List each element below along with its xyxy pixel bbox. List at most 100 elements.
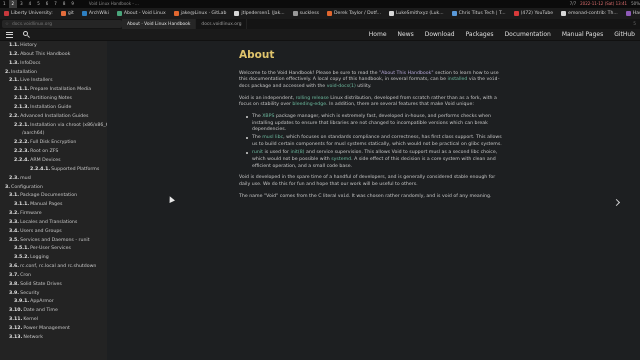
sidebar-item[interactable]: 3.8.Solid State Drives	[0, 281, 107, 290]
workspace-switcher[interactable]: 123456789	[0, 0, 77, 8]
workspace-4[interactable]: 4	[26, 0, 35, 8]
text: The name "Void" comes from the C literal	[239, 193, 338, 199]
nav-link-manual-pages[interactable]: Manual Pages	[562, 29, 603, 41]
nav-link-packages[interactable]: Packages	[466, 29, 494, 41]
workspace-2[interactable]: 2	[8, 0, 18, 8]
sidebar-item[interactable]: 3.4.Users and Groups	[0, 228, 107, 237]
nav-link-home[interactable]: Home	[369, 29, 387, 41]
sidebar-item[interactable]: 3.7.Cron	[0, 272, 107, 281]
bookmark-star-icon[interactable]: ☆	[5, 22, 9, 27]
next-page-arrow-icon[interactable]	[612, 198, 622, 207]
sidebar-item[interactable]: 2.2.3.Root on ZFS	[0, 148, 107, 157]
sidebar-item[interactable]: 2.1.Live Installers	[0, 77, 107, 86]
browser-tab[interactable]: docs.voidlinux.org	[196, 19, 248, 29]
url-bar[interactable]: ☆ docs.voidlinux.org	[2, 20, 122, 28]
favicon-icon	[60, 11, 66, 16]
sidebar-item[interactable]: 3.11.Kernel	[0, 316, 107, 325]
sidebar-item[interactable]: 2.2.4.ARM Devices	[0, 157, 107, 166]
bookmark-item[interactable]: Derek Taylor / Dotf...	[323, 8, 385, 19]
sidebar-item-label: Kernel	[23, 317, 39, 323]
workspace-5[interactable]: 5	[34, 0, 43, 8]
bookmark-item[interactable]: ArchWiki	[78, 8, 113, 19]
bookmark-item[interactable]: Liberty University:	[0, 8, 57, 19]
bookmark-item[interactable]: emonad-contrib: Th...	[557, 8, 622, 19]
sidebar-item[interactable]: 1.2.About This Handbook	[0, 51, 107, 60]
musl-libc-link[interactable]: musl libc	[262, 135, 283, 140]
bookmark-item[interactable]: Chris Titus Tech | T...	[448, 8, 510, 19]
sidebar-item[interactable]: 3.10.Date and Time	[0, 307, 107, 316]
installed-link[interactable]: installed	[448, 77, 468, 82]
bookmark-item[interactable]: git	[57, 8, 78, 19]
init-link[interactable]: init(8)	[290, 150, 304, 155]
search-icon[interactable]	[23, 31, 30, 38]
workspace-9[interactable]: 9	[68, 0, 77, 8]
bookmark-label: suckless	[299, 11, 320, 16]
rolling-release-link[interactable]: rolling release	[296, 96, 329, 101]
sidebar-item[interactable]: 3.1.1.Manual Pages	[0, 201, 107, 210]
sidebar-item-label: Live Installers	[20, 78, 53, 84]
sidebar-toc: 1.1.History 1.2.About This Handbook 1.3.In…	[0, 41, 107, 360]
sidebar-item-number: 3.9.	[9, 290, 20, 296]
workspace-3[interactable]: 3	[17, 0, 26, 8]
bookmark-item[interactable]: jtlpedersen1 (Jak...	[230, 8, 288, 19]
sidebar-item[interactable]: 3.13.Network	[0, 334, 107, 343]
sidebar-item[interactable]: 3.5.2.Logging	[0, 254, 107, 263]
sidebar-item-number: 3.2.	[9, 211, 20, 217]
sidebar-item[interactable]: 1.1.History	[0, 42, 107, 51]
bookmark-item[interactable]: jake@Linux · GitLab	[170, 8, 231, 19]
sidebar-item-label: Package Documentation	[20, 193, 78, 199]
sidebar-item[interactable]: 1.3.InfoDocs	[0, 60, 107, 69]
sidebar-item[interactable]: 3.12.Power Management	[0, 325, 107, 334]
menu-toggle-icon[interactable]	[6, 31, 13, 38]
url-text: docs.voidlinux.org	[11, 21, 52, 27]
nav-link-documentation[interactable]: Documentation	[505, 29, 551, 41]
bookmark-item[interactable]: (472) YouTube	[510, 8, 558, 19]
workspace-1[interactable]: 1	[0, 0, 9, 8]
sidebar-item[interactable]: 2.Installation	[0, 69, 107, 78]
sidebar-item[interactable]: 2.2.4.1.Supported Platforms	[0, 166, 107, 175]
sidebar-item[interactable]: 3.6.rc.conf, rc.local and rc.shutdown	[0, 263, 107, 272]
sidebar-item-label: ARM Devices	[30, 157, 61, 163]
bookmark-item[interactable]: suckless	[289, 8, 323, 19]
void-docs-link[interactable]: void-docs(1)	[327, 84, 356, 89]
sidebar-item[interactable]: 3.5.1.Per-User Services	[0, 245, 107, 254]
systemd-link[interactable]: systemd	[331, 157, 351, 162]
sidebar-item[interactable]: 3.2.Firmware	[0, 210, 107, 219]
bookmark-item[interactable]: HaskellWiki	[622, 8, 640, 19]
workspace-6[interactable]: 6	[43, 0, 52, 8]
system-status-bar: 123456789 Void Linux Handbook - ... 7/7 …	[0, 0, 640, 8]
nav-link-news[interactable]: News	[398, 29, 414, 41]
sidebar-item[interactable]: 3.9.1.AppArmor	[0, 298, 107, 307]
sidebar-item[interactable]: 3.3.Locales and Translations	[0, 219, 107, 228]
sidebar-item[interactable]: 2.2.1.Installation via chroot (x86/x86_6…	[0, 122, 107, 131]
nav-link-github[interactable]: GitHub	[614, 29, 635, 41]
nav-link-download[interactable]: Download	[425, 29, 455, 41]
bookmark-item[interactable]: LukeSmithxyz (Luk...	[385, 8, 448, 19]
sidebar-item-label: AppArmor	[30, 299, 54, 305]
sidebar-item[interactable]: /aarch64)	[0, 130, 107, 139]
sidebar-item[interactable]: 3.9.Security	[0, 290, 107, 299]
sidebar-item[interactable]: 2.2.2.Full Disk Encryption	[0, 139, 107, 148]
favicon-icon	[625, 11, 631, 16]
sidebar-item-label: Security	[20, 290, 40, 296]
bleeding-edge-link[interactable]: bleeding-edge	[292, 102, 326, 107]
about-handbook-link[interactable]: "About This Handbook"	[379, 71, 434, 76]
sidebar-item[interactable]: 3.1.Package Documentation	[0, 192, 107, 201]
sidebar-item[interactable]: 2.2.Advanced Installation Guides	[0, 113, 107, 122]
sidebar-item-label: Per-User Services	[30, 246, 71, 252]
xbps-link[interactable]: XBPS	[262, 114, 274, 119]
sidebar-item[interactable]: 2.1.2.Partitioning Notes	[0, 95, 107, 104]
sidebar-item[interactable]: 3.Configuration	[0, 184, 107, 193]
workspace-8[interactable]: 8	[60, 0, 69, 8]
sidebar-item[interactable]: 2.3.musl	[0, 175, 107, 184]
sidebar-item[interactable]: 2.1.3.Installation Guide	[0, 104, 107, 113]
bookmark-label: (472) YouTube	[520, 11, 554, 16]
text: via the	[467, 77, 487, 83]
bookmark-item[interactable]: About - Void Linux	[113, 8, 170, 19]
bookmark-label: emonad-contrib: Th...	[568, 11, 618, 16]
sidebar-item[interactable]: 3.5.Services and Daemons - runit	[0, 237, 107, 246]
browser-tab-active[interactable]: About · Void Linux Handbook	[122, 19, 197, 29]
workspace-7[interactable]: 7	[51, 0, 60, 8]
sidebar-item[interactable]: 2.1.1.Prepare Installation Media	[0, 86, 107, 95]
runit-link[interactable]: runit	[252, 150, 263, 155]
